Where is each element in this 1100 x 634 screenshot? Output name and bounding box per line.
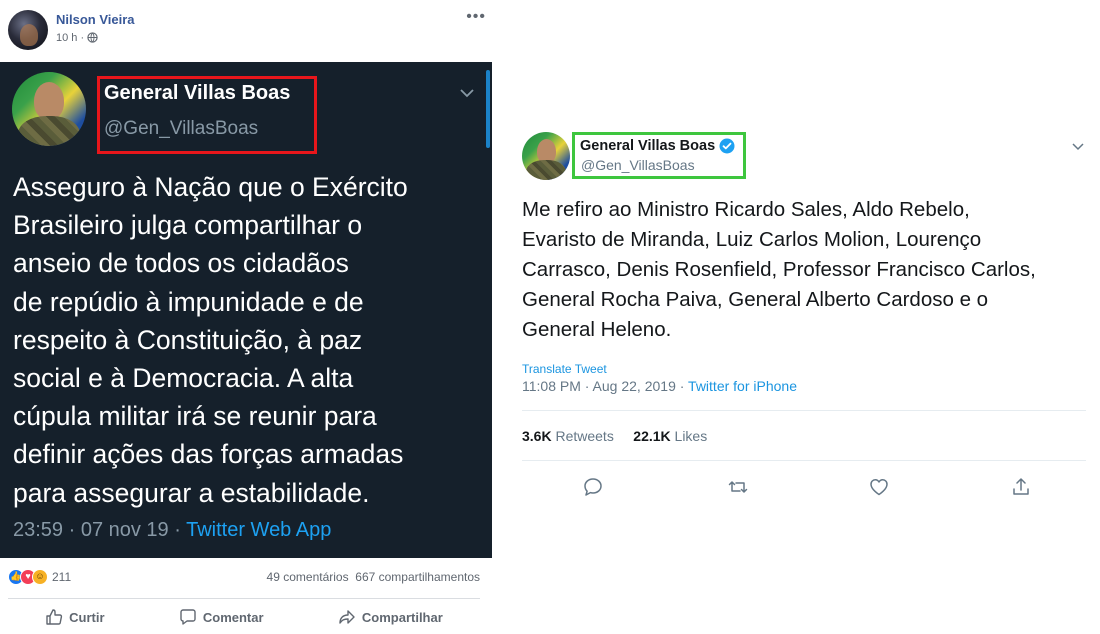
tweet-footer: 23:59 · 07 nov 19 · Twitter Web App bbox=[13, 519, 331, 542]
tweet-text-line: Carrasco, Denis Rosenfield, Professor Fr… bbox=[522, 258, 1036, 281]
shares-count[interactable]: 667 compartilhamentos bbox=[355, 570, 480, 584]
facebook-post: Nilson Vieira 10 h · ••• General Villas … bbox=[0, 0, 492, 634]
post-image-tweet-screenshot[interactable]: General Villas Boas @Gen_VillasBoas Asse… bbox=[0, 62, 492, 558]
tweet-text-line: Asseguro à Nação que o Exército bbox=[13, 172, 408, 202]
comment-icon bbox=[180, 609, 196, 625]
red-highlight-box bbox=[97, 76, 317, 154]
post-header: Nilson Vieira 10 h · ••• bbox=[8, 8, 488, 54]
chevron-down-icon bbox=[460, 89, 474, 98]
divider bbox=[522, 410, 1086, 411]
tweet-stats: 3.6K Retweets 22.1K Likes bbox=[522, 428, 707, 444]
post-actions: Curtir Comentar Compartilhar bbox=[8, 602, 480, 632]
tweet-author-name-row[interactable]: General Villas Boas bbox=[580, 138, 735, 154]
tweet-text-line: para assegurar a estabilidade. bbox=[13, 477, 370, 508]
tweet-text-line: definir ações das forças armadas bbox=[13, 439, 404, 470]
divider bbox=[8, 598, 480, 599]
retweet-icon[interactable] bbox=[727, 476, 749, 498]
like-button[interactable]: Curtir bbox=[45, 608, 105, 626]
share-arrow-icon bbox=[339, 610, 355, 624]
tweet-author-avatar[interactable] bbox=[522, 132, 570, 180]
tweet-text: Asseguro à Nação que o Exército Brasilei… bbox=[13, 168, 483, 512]
tweet-text-line: de repúdio à impunidade e de bbox=[13, 286, 364, 317]
like-label: Curtir bbox=[69, 609, 105, 625]
chevron-down-icon[interactable] bbox=[1070, 138, 1086, 154]
haha-reaction-icon[interactable]: ☺ bbox=[32, 569, 48, 585]
tweet-text-line: cúpula militar irá se reunir para bbox=[13, 401, 377, 432]
twitter-tweet: General Villas Boas @Gen_VillasBoas Me r… bbox=[506, 120, 1100, 520]
globe-icon bbox=[87, 32, 98, 43]
scrollbar bbox=[486, 70, 490, 148]
tweet-source: Twitter Web App bbox=[186, 519, 332, 541]
tweet-author-handle[interactable]: @Gen_VillasBoas bbox=[581, 157, 695, 173]
heart-icon[interactable] bbox=[868, 476, 890, 498]
tweet-meta: 11:08 PM · Aug 22, 2019 · Twitter for iP… bbox=[522, 378, 797, 394]
comment-label: Comentar bbox=[202, 609, 264, 625]
tweet-actions bbox=[522, 472, 1086, 502]
tweet-author-avatar bbox=[12, 72, 86, 146]
retweets-stat[interactable]: 3.6K Retweets bbox=[522, 428, 614, 444]
comments-count[interactable]: 49 comentários bbox=[267, 570, 349, 584]
tweet-text: Me refiro ao Ministro Ricardo Sales, Ald… bbox=[522, 195, 1092, 345]
tweet-timestamp[interactable]: 11:08 PM · Aug 22, 2019 · bbox=[522, 378, 688, 394]
tweet-text-line: respeito à Constituição, à paz bbox=[13, 324, 363, 355]
likes-stat[interactable]: 22.1K Likes bbox=[633, 428, 707, 444]
tweet-text-line: social e à Democracia. A alta bbox=[13, 363, 354, 394]
retweets-label: Retweets bbox=[551, 428, 614, 444]
thumbs-up-icon bbox=[46, 609, 63, 625]
tweet-text-line: General Heleno. bbox=[522, 318, 672, 341]
tweet-text-line: Evaristo de Miranda, Luiz Carlos Molion,… bbox=[522, 228, 982, 251]
tweet-text-line: Me refiro ao Ministro Ricardo Sales, Ald… bbox=[522, 198, 970, 221]
share-icon[interactable] bbox=[1010, 476, 1032, 498]
verified-badge-icon bbox=[719, 138, 735, 154]
share-label: Compartilhar bbox=[361, 609, 443, 625]
tweet-text-line: General Rocha Paiva, General Alberto Car… bbox=[522, 288, 989, 311]
comment-button[interactable]: Comentar bbox=[179, 608, 264, 626]
reaction-count[interactable]: 211 bbox=[52, 570, 71, 584]
post-stats: 👍 ♥ ☺ 211 49 comentários 667 compartilha… bbox=[8, 566, 484, 588]
author-name[interactable]: Nilson Vieira bbox=[56, 12, 135, 27]
tweet-author-name[interactable]: General Villas Boas bbox=[580, 138, 715, 154]
likes-count: 22.1K bbox=[633, 428, 671, 444]
translate-tweet-link[interactable]: Translate Tweet bbox=[522, 362, 607, 376]
tweet-text-line: Brasileiro julga compartilhar o bbox=[13, 210, 363, 241]
divider bbox=[522, 460, 1086, 461]
tweet-text-line: anseio de todos os cidadãos bbox=[13, 248, 349, 279]
more-options-icon[interactable]: ••• bbox=[466, 8, 486, 26]
post-meta: 10 h · bbox=[56, 32, 98, 44]
tweet-timestamp: 23:59 · 07 nov 19 · bbox=[13, 519, 187, 541]
tweet-source[interactable]: Twitter for iPhone bbox=[688, 378, 797, 394]
post-time[interactable]: 10 h · bbox=[56, 32, 84, 44]
retweets-count: 3.6K bbox=[522, 428, 552, 444]
comments-shares: 49 comentários 667 compartilhamentos bbox=[267, 570, 480, 584]
reply-icon[interactable] bbox=[582, 476, 604, 498]
share-button[interactable]: Compartilhar bbox=[338, 608, 443, 626]
author-avatar[interactable] bbox=[8, 10, 48, 50]
likes-label: Likes bbox=[670, 428, 708, 444]
